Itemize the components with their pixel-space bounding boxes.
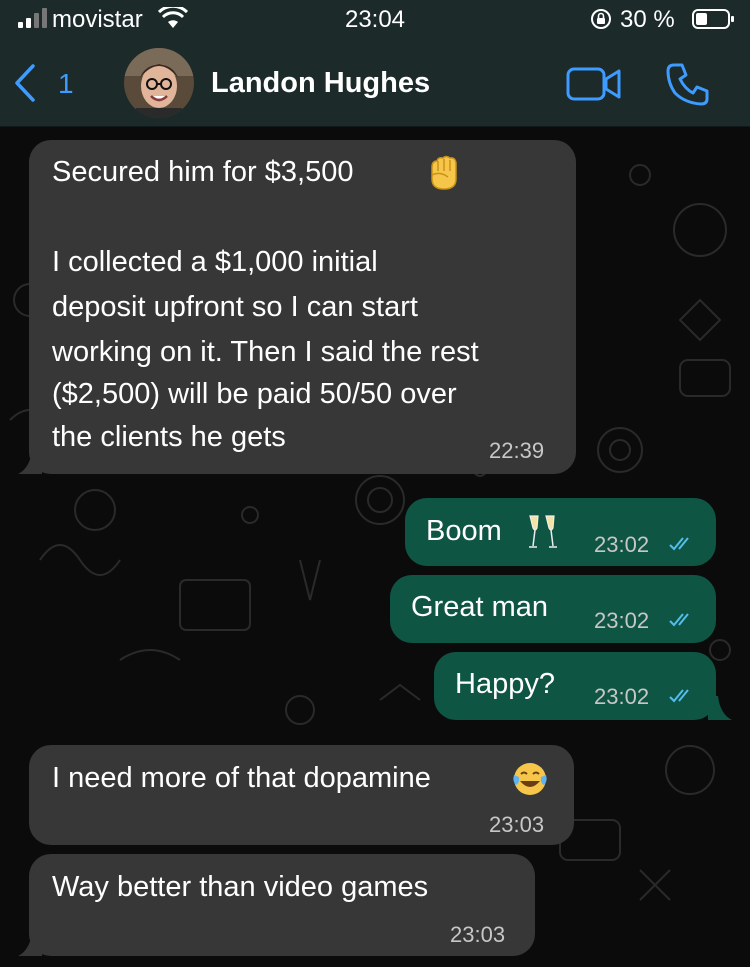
read-receipt-icon: [669, 613, 689, 627]
read-receipt-icon: [669, 689, 689, 703]
message-text: the clients he gets: [52, 421, 286, 453]
avatar-image: [124, 48, 194, 118]
message-text: Way better than video games: [52, 871, 429, 903]
contact-avatar[interactable]: [124, 48, 194, 118]
unread-count: 1: [58, 68, 74, 99]
chat-header: 1 Landon Hughes: [0, 40, 750, 127]
chevron-left-icon: [15, 64, 35, 102]
message-text: I need more of that dopamine: [52, 762, 431, 794]
message-timestamp: 23:02: [594, 608, 650, 633]
message-text: I collected a $1,000 initial: [52, 246, 378, 278]
phone-call-icon[interactable]: [665, 61, 711, 107]
message-text: Boom: [426, 515, 502, 547]
status-bar: movistar 23:04 30 %: [0, 0, 750, 40]
read-receipt-icon: [669, 537, 689, 551]
message-timestamp: 22:39: [489, 438, 545, 463]
tears-of-joy-emoji: [513, 763, 547, 795]
message-text: ($2,500) will be paid 50/50 over: [52, 378, 457, 410]
bubble-tail: [18, 932, 42, 956]
message-text: deposit upfront so I can start: [52, 291, 418, 323]
message-timestamp: 23:03: [489, 812, 545, 837]
message-text: Great man: [411, 591, 548, 623]
message-timestamp: 23:02: [594, 532, 650, 557]
bubble-tail: [708, 696, 732, 720]
message-text: Secured him for $3,500: [52, 156, 354, 188]
contact-name[interactable]: Landon Hughes: [211, 67, 430, 100]
video-call-icon[interactable]: [566, 66, 622, 102]
message-timestamp: 23:02: [594, 684, 650, 709]
message-text: Happy?: [455, 668, 555, 700]
battery-percent: 30 %: [620, 6, 675, 33]
raised-fist-emoji: [431, 155, 457, 190]
message-timestamp: 23:03: [450, 922, 506, 947]
rotation-lock-icon: [591, 9, 611, 29]
bubble-tail: [18, 450, 42, 474]
battery-icon: [692, 9, 734, 29]
champagne-glasses-emoji: [529, 515, 557, 548]
back-button[interactable]: 1: [14, 62, 84, 104]
message-text: working on it. Then I said the rest: [52, 336, 479, 368]
